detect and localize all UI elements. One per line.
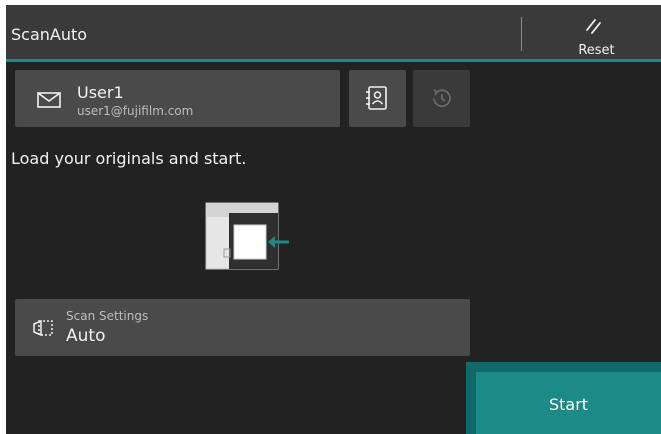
recipient-card[interactable]: User1 user1@fujifilm.com — [15, 70, 340, 127]
history-button — [413, 70, 470, 127]
start-label: Start — [548, 395, 589, 414]
scan-settings-icon — [33, 319, 53, 337]
recipient-name: User1 — [77, 83, 124, 102]
instruction-text: Load your originals and start. — [11, 149, 247, 168]
start-button[interactable]: Start — [476, 372, 661, 434]
scanner-illustration — [205, 202, 289, 270]
header-divider — [521, 17, 522, 51]
mail-icon — [37, 92, 61, 108]
reset-label: Reset — [578, 43, 615, 58]
scan-settings-button[interactable]: Scan Settings Auto — [15, 299, 470, 356]
reset-icon — [586, 19, 601, 34]
address-book-icon — [366, 86, 387, 110]
recipient-email: user1@fujifilm.com — [77, 104, 194, 118]
header-accent-line — [6, 59, 661, 62]
header-bar: ScanAuto Reset — [6, 5, 661, 59]
history-icon — [433, 89, 451, 107]
app-title: ScanAuto — [11, 25, 88, 44]
scan-settings-value: Auto — [66, 326, 106, 346]
address-book-button[interactable] — [349, 70, 406, 127]
scan-settings-label: Scan Settings — [66, 309, 149, 323]
scan-app-screen: ScanAuto Reset User1 user1@fujifilm.com — [6, 5, 661, 434]
reset-button[interactable]: Reset — [551, 11, 631, 58]
